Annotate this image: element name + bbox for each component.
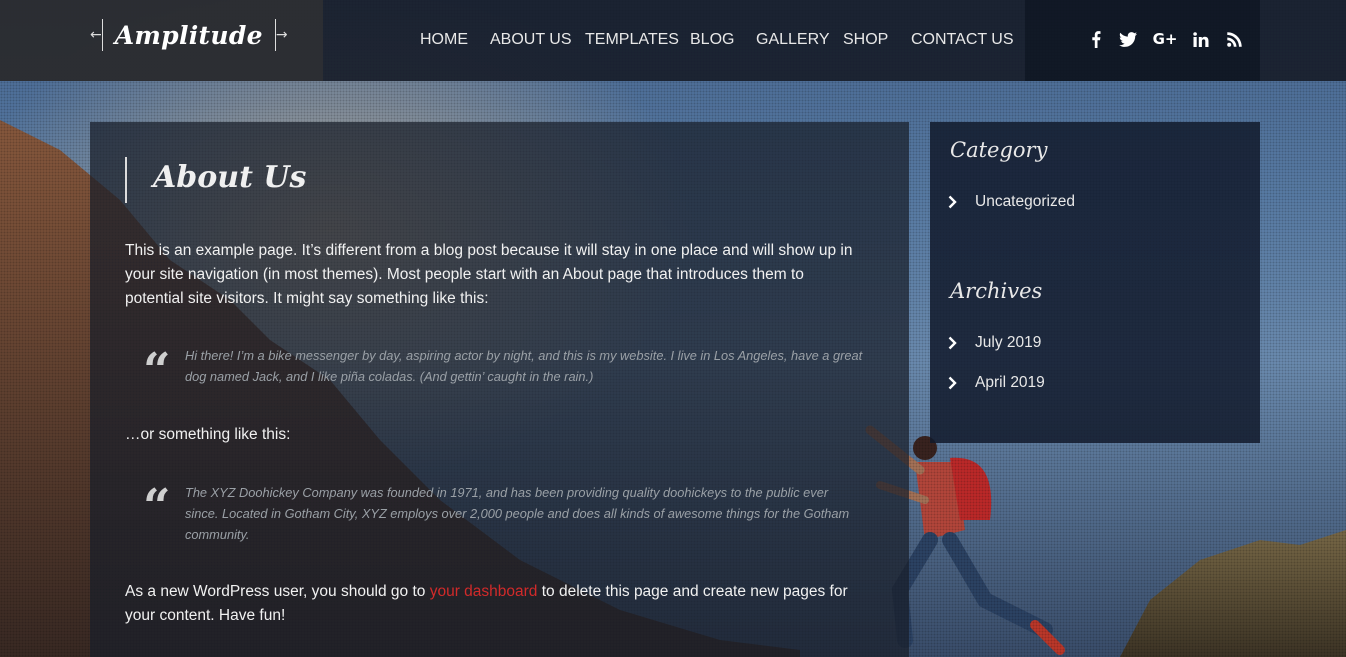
quote-2: The XYZ Doohickey Company was founded in… bbox=[185, 485, 850, 542]
quote-icon: “ bbox=[143, 343, 171, 399]
category-widget-title: Category bbox=[950, 138, 1048, 162]
archive-link[interactable]: July 2019 bbox=[948, 334, 1041, 352]
nav-templates[interactable]: TEMPLATES bbox=[585, 31, 679, 49]
twitter-icon[interactable] bbox=[1118, 28, 1138, 50]
nav-blog[interactable]: BLOG bbox=[690, 31, 734, 49]
nav-about-us[interactable]: ABOUT US bbox=[490, 31, 572, 49]
outro-paragraph: As a new WordPress user, you should go t… bbox=[125, 583, 848, 624]
arrow-left-icon: ← bbox=[90, 27, 102, 43]
archive-link[interactable]: April 2019 bbox=[948, 374, 1045, 392]
site-header: ← Amplitude → HOME ABOUT US TEMPLATES BL… bbox=[0, 0, 1346, 81]
site-logo[interactable]: ← Amplitude → bbox=[90, 18, 288, 52]
nav-home[interactable]: HOME bbox=[420, 31, 468, 49]
dashboard-link[interactable]: your dashboard bbox=[430, 583, 538, 600]
site-title: Amplitude bbox=[114, 20, 263, 50]
arrow-right-icon: → bbox=[275, 27, 288, 43]
chevron-right-icon bbox=[948, 336, 957, 350]
chevron-right-icon bbox=[948, 376, 957, 390]
nav-gallery[interactable]: GALLERY bbox=[756, 31, 830, 49]
content-panel: About Us This is an example page. It’s d… bbox=[90, 122, 909, 657]
nav-shop[interactable]: SHOP bbox=[843, 31, 888, 49]
rss-icon[interactable] bbox=[1226, 28, 1242, 50]
title-accent-bar bbox=[125, 157, 127, 203]
quote-1: Hi there! I’m a bike messenger by day, a… bbox=[185, 348, 863, 384]
linkedin-icon[interactable] bbox=[1192, 28, 1210, 50]
or-paragraph: …or something like this: bbox=[125, 426, 291, 443]
nav-contact-us[interactable]: CONTACT US bbox=[911, 31, 1014, 49]
intro-paragraph: This is an example page. It’s different … bbox=[125, 242, 853, 307]
google-plus-icon[interactable]: G+ bbox=[1153, 28, 1178, 50]
page-title: About Us bbox=[153, 160, 307, 195]
chevron-right-icon bbox=[948, 195, 957, 209]
quote-icon: “ bbox=[143, 479, 171, 535]
facebook-icon[interactable] bbox=[1088, 28, 1104, 50]
archives-widget-title: Archives bbox=[950, 279, 1043, 303]
sidebar: Category Uncategorized Archives July 201… bbox=[930, 122, 1260, 443]
category-link[interactable]: Uncategorized bbox=[948, 193, 1075, 211]
social-links bbox=[1025, 0, 1260, 81]
